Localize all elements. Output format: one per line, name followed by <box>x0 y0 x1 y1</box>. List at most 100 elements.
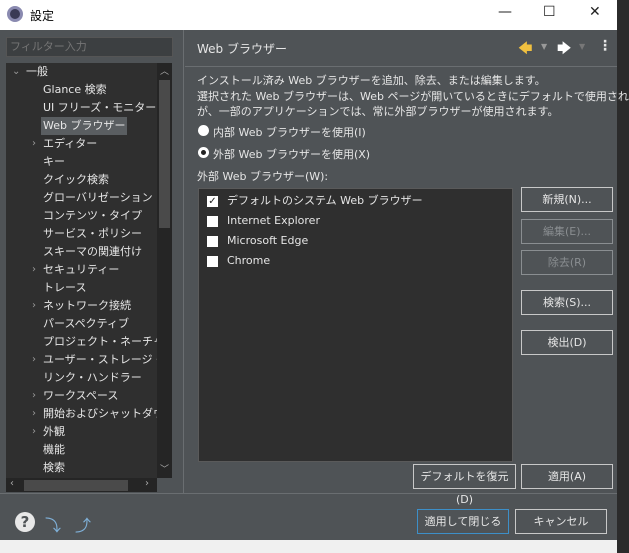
tree-item-label: エディター <box>43 137 98 150</box>
tree-item-label: ワークスペース <box>43 389 119 402</box>
browser-list: ✓ デフォルトのシステム Web ブラウザー Internet Explorer Mi… <box>198 188 513 462</box>
tree-hscroll-thumb[interactable] <box>24 480 128 491</box>
background-window-strip <box>0 540 617 553</box>
tree-item-label: プロジェクト・ネーチャー <box>43 335 172 348</box>
scroll-down-icon[interactable]: ﹀ <box>160 462 169 475</box>
tree-item-label: ネットワーク接続 <box>43 299 131 312</box>
tree-item-label: スキーマの関連付け <box>43 245 142 258</box>
forward-dropdown-icon[interactable]: ▼ <box>579 42 585 51</box>
tree-item-label: パースペクティブ <box>43 317 130 330</box>
radio-external[interactable]: 外部 Web ブラウザーを使用(X) <box>198 145 398 161</box>
header-separator <box>185 66 617 67</box>
browser-name: Internet Explorer <box>227 214 320 227</box>
new-button[interactable]: 新規(N)... <box>521 187 613 212</box>
tree-item[interactable]: コンテンツ・タイプ <box>6 207 157 225</box>
chevron-right-icon[interactable]: › <box>32 351 36 369</box>
search-button[interactable]: 検索(S)... <box>521 290 613 315</box>
app-icon <box>7 6 23 22</box>
browser-name: Chrome <box>227 254 271 267</box>
tree-item[interactable]: › 開始およびシャットダウン <box>6 405 172 423</box>
radio-button[interactable] <box>198 147 209 158</box>
scroll-left-icon[interactable]: ‹ <box>10 478 14 489</box>
pane-divider[interactable] <box>183 30 184 493</box>
menu-kebab-icon[interactable]: ⋮ <box>598 38 612 54</box>
tree-scroll-thumb[interactable] <box>159 80 170 228</box>
tree-item[interactable]: › ユーザー・ストレージ・サー <box>6 351 172 369</box>
close-button[interactable]: ✕ <box>589 4 601 20</box>
tree-item[interactable]: ⌄ 一般 <box>6 63 157 81</box>
tree-item-label: リンク・ハンドラー <box>43 371 142 384</box>
scroll-right-icon[interactable]: › <box>145 478 149 489</box>
export-icon[interactable]: ⤴ <box>75 512 97 535</box>
chevron-right-icon[interactable]: › <box>32 297 36 315</box>
tree-item[interactable]: 検索 <box>6 459 157 477</box>
tree-item[interactable]: 機能 <box>6 441 157 459</box>
tree-item-label: セキュリティー <box>43 263 120 276</box>
tree-item[interactable]: Web ブラウザー <box>6 117 157 135</box>
radio-internal[interactable]: 内部 Web ブラウザーを使用(I) <box>198 123 398 139</box>
scroll-up-icon[interactable]: ︿ <box>160 64 169 77</box>
tree-item[interactable]: › セキュリティー <box>6 261 157 279</box>
apply-and-close-button[interactable]: 適用して閉じる <box>417 509 509 534</box>
tree-item[interactable]: クイック検索 <box>6 171 157 189</box>
chevron-down-icon[interactable]: ⌄ <box>12 63 20 81</box>
tree-item[interactable]: サービス・ポリシー <box>6 225 157 243</box>
tree-item[interactable]: › エディター <box>6 135 157 153</box>
restore-defaults-button[interactable]: デフォルトを復元(D) <box>413 464 516 506</box>
tree-item[interactable]: UI フリーズ・モニター <box>6 99 157 117</box>
tree-item-label: Web ブラウザー <box>41 117 128 135</box>
import-icon[interactable]: ⤵ <box>45 512 67 535</box>
maximize-button[interactable]: ☐ <box>543 4 556 20</box>
chevron-right-icon[interactable]: › <box>32 135 36 153</box>
tree-item-label: クイック検索 <box>43 173 109 186</box>
preference-tree: ⌄ 一般 Glance 検索 UI フリーズ・モニター Web ブラウザー › エディターキ… <box>6 63 172 478</box>
tree-item[interactable]: パースペクティブ <box>6 315 157 333</box>
checkbox[interactable]: ✓ <box>207 196 218 207</box>
tree-item[interactable]: キー <box>6 153 157 171</box>
checkbox[interactable] <box>207 256 218 267</box>
chevron-right-icon[interactable]: › <box>32 261 36 279</box>
tree-item-label: 外観 <box>43 425 65 438</box>
tree-item-label: トレース <box>43 281 87 294</box>
detect-button[interactable]: 検出(D) <box>521 330 613 355</box>
tree-item-label: 機能 <box>43 443 65 456</box>
tree-item-label: ユーザー・ストレージ・サー <box>43 353 172 366</box>
checkbox[interactable] <box>207 216 218 227</box>
filter-input[interactable] <box>6 37 173 57</box>
description-line: インストール済み Web ブラウザーを追加、除去、または編集します。 <box>197 74 546 87</box>
footer-separator <box>0 493 617 494</box>
help-icon[interactable]: ? <box>15 512 35 532</box>
tree-item[interactable]: › 外観 <box>6 423 157 441</box>
description-line: が、一部のアプリケーションでは、常に外部ブラウザーが使用されます。 <box>197 105 559 118</box>
remove-button[interactable]: 除去(R) <box>521 250 613 275</box>
cancel-button[interactable]: キャンセル <box>515 509 607 534</box>
window-title: 設定 <box>30 9 55 23</box>
chevron-right-icon[interactable]: › <box>32 423 36 441</box>
tree-item-label: UI フリーズ・モニター <box>43 101 157 114</box>
title-bar: 設定 — ☐ ✕ <box>0 0 617 30</box>
tree-item[interactable]: スキーマの関連付け <box>6 243 157 261</box>
tree-item[interactable]: › ワークスペース <box>6 387 157 405</box>
browser-name: デフォルトのシステム Web ブラウザー <box>227 194 423 207</box>
tree-item-label: サービス・ポリシー <box>43 227 142 240</box>
chevron-right-icon[interactable]: › <box>32 405 36 423</box>
back-arrow-icon[interactable]: 🡄 <box>518 38 532 62</box>
tree-item[interactable]: › ネットワーク接続 <box>6 297 157 315</box>
edit-button[interactable]: 編集(E)... <box>521 219 613 244</box>
radio-label: 外部 Web ブラウザーを使用(X) <box>213 148 371 161</box>
tree-item-label: コンテンツ・タイプ <box>43 209 142 222</box>
tree-item[interactable]: プロジェクト・ネーチャー <box>6 333 172 351</box>
chevron-right-icon[interactable]: › <box>32 387 36 405</box>
apply-button[interactable]: 適用(A) <box>521 464 613 489</box>
tree-item[interactable]: トレース <box>6 279 157 297</box>
minimize-button[interactable]: — <box>498 4 512 20</box>
tree-item-label: グローバリゼーション <box>43 191 153 204</box>
checkbox[interactable] <box>207 236 218 247</box>
tree-item[interactable]: グローバリゼーション <box>6 189 157 207</box>
forward-arrow-icon[interactable]: 🡆 <box>557 38 571 62</box>
tree-item[interactable]: Glance 検索 <box>6 81 157 99</box>
back-dropdown-icon[interactable]: ▼ <box>541 42 547 51</box>
radio-button[interactable] <box>198 125 209 136</box>
tree-item[interactable]: リンク・ハンドラー <box>6 369 157 387</box>
tree-item-label: 開始およびシャットダウン <box>43 407 172 420</box>
